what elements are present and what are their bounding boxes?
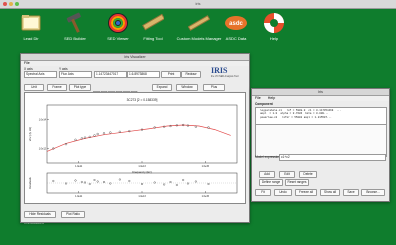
- coord-readout-x: 1.14723447017: [94, 71, 127, 78]
- residual-x-tick-label: 1.0e13: [138, 195, 146, 198]
- define-range-button[interactable]: Define range: [259, 179, 283, 186]
- redraw-button[interactable]: Redraw: [181, 71, 201, 78]
- dock-item-help[interactable]: Help: [251, 12, 297, 41]
- component-list[interactable]: logparabola.c1 ref = 5908.0 c1 = 0.11735…: [255, 107, 387, 125]
- window-button[interactable]: Window: [176, 84, 198, 91]
- asdc-icon: asdc: [225, 12, 247, 34]
- expand-button[interactable]: Expand: [152, 84, 172, 91]
- svg-text:asdc: asdc: [229, 21, 243, 27]
- y-axis-select[interactable]: Flux Axis: [59, 71, 92, 78]
- y-axis-title: νFν (Jy Hz): [28, 127, 32, 141]
- visualizer-title-bar: Iris Visualizer: [21, 54, 249, 61]
- hide-residuals-button[interactable]: Hide Residuals: [24, 211, 56, 218]
- sed-plot[interactable]: 3C273 [2 = 0.158339] νFν (Jy Hz) Frequency…: [24, 92, 246, 204]
- menu-help[interactable]: Help: [268, 96, 275, 100]
- add-button[interactable]: Add: [259, 171, 275, 178]
- x-axis-title: Frequency (Hz): [132, 170, 151, 174]
- residual-x-tick-label: 1.0e15: [202, 195, 210, 198]
- fitter-menu-bar: File Help: [252, 96, 389, 101]
- menu-file[interactable]: File: [24, 61, 30, 65]
- zoom-tool-group: [93, 84, 149, 97]
- dock-item-lead-dir[interactable]: Lead Dir: [8, 12, 54, 41]
- save-button[interactable]: Save: [343, 189, 359, 196]
- component-tree[interactable]: [255, 124, 387, 157]
- edit-button[interactable]: Edit: [279, 171, 295, 178]
- reset-ranges-button[interactable]: Reset ranges: [285, 179, 309, 186]
- x-axis-select[interactable]: Spectral Axis: [24, 71, 57, 78]
- model-expression-label: Model expression:: [255, 155, 281, 159]
- coord-readout-y: 1.6.8973868: [127, 71, 160, 78]
- delete-button[interactable]: Delete: [299, 171, 317, 178]
- model-expression-input[interactable]: c1+c2: [279, 154, 386, 161]
- frame-button[interactable]: Frame: [47, 84, 67, 91]
- folder-icon: [20, 12, 42, 34]
- iris-logo: IRIS the VO SED Analysis Tool: [211, 66, 239, 78]
- y-tick-label: 1.0e12: [39, 148, 47, 151]
- component-line: powerlaw.c2 refer = 55002 ampl = 1.21550…: [257, 115, 332, 119]
- main-plot-frame: [46, 104, 238, 164]
- sed-chart: 3C273 [2 = 0.158339] νFν (Jy Hz) Frequency…: [28, 98, 238, 198]
- fitter-title-bar: Iris: [252, 89, 389, 96]
- x-tick-label: 1.0e13: [138, 165, 146, 168]
- unit-button[interactable]: Unit: [24, 84, 44, 91]
- ruler-icon: [142, 12, 166, 34]
- color-wheel-icon: [107, 12, 129, 34]
- browse-button[interactable]: Browse...: [361, 189, 385, 196]
- freeze-all-button[interactable]: Freeze all: [295, 189, 317, 196]
- chart-title: 3C273 [2 = 0.158339]: [127, 98, 158, 102]
- screen-title: iris: [195, 1, 201, 6]
- menu-file[interactable]: File: [255, 96, 261, 100]
- pencil-icon: [187, 12, 211, 34]
- plot-ratio-button[interactable]: Plot Ratio: [61, 211, 85, 218]
- x-tick-label: 1.0e11: [75, 165, 83, 168]
- screen-top-bar: iris: [0, 0, 396, 9]
- help-lifebuoy-icon: [263, 12, 285, 34]
- hammer-icon: [64, 12, 86, 34]
- component-section-title: Component: [255, 102, 273, 106]
- residuals-axis-title: Residuals: [28, 177, 32, 189]
- visualizer-window: Iris Visualizer File X axis Y axis Spect…: [20, 53, 250, 223]
- undo-button[interactable]: Undo: [274, 189, 292, 196]
- y-tick-label: 1.0e14: [39, 119, 47, 122]
- print-button[interactable]: Print: [161, 71, 181, 78]
- dock-item-sed-builder[interactable]: SED Builder: [52, 12, 98, 41]
- fitter-window: Iris File Help Component logparabola.c1 …: [251, 88, 390, 202]
- plus-button[interactable]: Plus: [203, 84, 225, 91]
- plot-type-button[interactable]: Plot type: [69, 84, 91, 91]
- show-all-button[interactable]: Show all: [320, 189, 340, 196]
- dock-item-fitting-tool[interactable]: Fitting Tool: [130, 12, 176, 41]
- fit-button[interactable]: Fit: [255, 189, 271, 196]
- x-tick-label: 1.0e15: [202, 165, 210, 168]
- residual-x-tick-label: 1.0e11: [75, 195, 83, 198]
